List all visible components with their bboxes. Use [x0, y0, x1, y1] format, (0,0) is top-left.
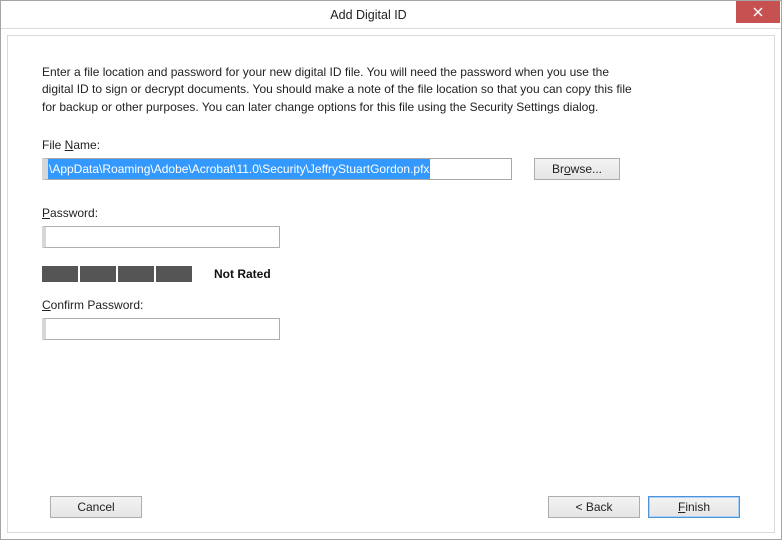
filename-label: File Name: — [42, 138, 740, 152]
close-button[interactable] — [736, 1, 780, 23]
browse-button[interactable]: Browse... — [534, 158, 620, 180]
window-title: Add Digital ID — [1, 8, 736, 22]
titlebar: Add Digital ID — [1, 1, 781, 29]
confirm-password-input[interactable] — [42, 318, 280, 340]
password-input[interactable] — [42, 226, 280, 248]
password-strength-label: Not Rated — [214, 267, 271, 281]
password-strength-meter — [42, 266, 192, 282]
filename-value: \AppData\Roaming\Adobe\Acrobat\11.0\Secu… — [48, 159, 430, 179]
add-digital-id-window: Add Digital ID Enter a file location and… — [0, 0, 782, 540]
confirm-password-label: Confirm Password: — [42, 298, 740, 312]
filename-row: \AppData\Roaming\Adobe\Acrobat\11.0\Secu… — [42, 158, 740, 180]
back-button[interactable]: < Back — [548, 496, 640, 518]
strength-seg — [156, 266, 192, 282]
password-strength-row: Not Rated — [42, 266, 740, 282]
password-label: Password: — [42, 206, 740, 220]
strength-seg — [80, 266, 116, 282]
instructions-text: Enter a file location and password for y… — [42, 64, 642, 116]
strength-seg — [42, 266, 78, 282]
dialog-footer: Cancel < Back Finish — [42, 486, 740, 518]
cancel-button[interactable]: Cancel — [50, 496, 142, 518]
finish-button[interactable]: Finish — [648, 496, 740, 518]
close-icon — [753, 7, 763, 17]
dialog-body: Enter a file location and password for y… — [7, 35, 775, 533]
filename-input[interactable]: \AppData\Roaming\Adobe\Acrobat\11.0\Secu… — [42, 158, 512, 180]
strength-seg — [118, 266, 154, 282]
